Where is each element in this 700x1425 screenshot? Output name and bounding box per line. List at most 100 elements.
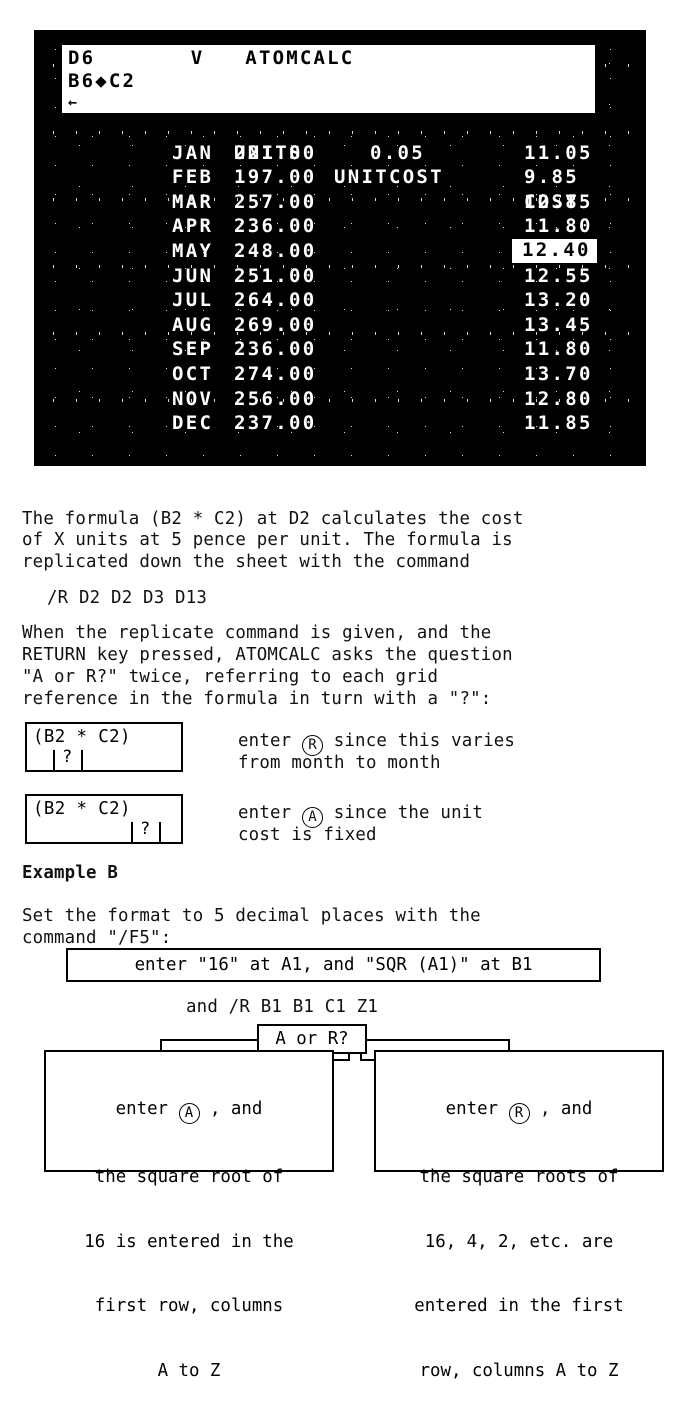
cell-cost: 13.20: [524, 289, 593, 312]
cell-cost: 11.05: [524, 141, 593, 164]
formula-note-2-line-2: cost is fixed: [238, 825, 377, 845]
replicate-command-1: /R D2 D2 D3 D13: [47, 588, 208, 608]
paragraph-2-line-2: RETURN key pressed, ATOMCALC asks the qu…: [22, 645, 513, 665]
cell-units: 274.00: [234, 362, 317, 385]
paragraph-3-line-1: Set the format to 5 decimal places with …: [22, 906, 481, 926]
cell-cost: 12.80: [524, 387, 593, 410]
row-label-month: NOV: [172, 387, 214, 410]
status-formula: B6◆C2: [68, 70, 137, 92]
cell-units: 257.00: [234, 190, 317, 213]
cell-cost: 12.85: [524, 190, 593, 213]
outcome-box-relative: enter R , and the square roots of 16, 4,…: [374, 1050, 664, 1381]
left-box-line-4: first row, columns: [94, 1296, 284, 1316]
paragraph-3-line-2: command "/F5":: [22, 928, 172, 948]
crt-screen-photo: D6 V ATOMCALC B6◆C2 ← UNITS UNITCOST COS…: [34, 30, 646, 466]
cell-cost: 13.70: [524, 362, 593, 385]
row-label-month: SEP: [172, 338, 214, 361]
paragraph-1-line-3: replicated down the sheet with the comma…: [22, 552, 471, 572]
cell-cost-selected: 12.40: [512, 238, 597, 263]
note-2-suffix: since the unit: [323, 803, 484, 823]
row-label-month: MAY: [172, 239, 214, 262]
paragraph-1-line-1: The formula (B2 * C2) at D2 calculates t…: [22, 509, 524, 529]
right-box-line-5: row, columns A to Z: [419, 1360, 619, 1381]
row-label-month: DEC: [172, 412, 214, 435]
table-row: JUN 251.00 12.55: [34, 264, 646, 289]
spreadsheet-status-bar: D6 V ATOMCALC B6◆C2 ←: [62, 45, 595, 113]
table-row: SEP 236.00 11.80: [34, 337, 646, 362]
right-box-prefix: enter: [445, 1099, 509, 1119]
cell-cost: 9.85: [524, 166, 579, 189]
outcome-box-absolute: enter A , and the square root of 16 is e…: [44, 1050, 334, 1381]
circled-letter-r-2: R: [508, 1103, 530, 1124]
cell-cost: 11.85: [524, 412, 593, 435]
formula-note-1-line-2: from month to month: [238, 753, 441, 773]
left-box-line-1: enter A , and: [46, 1099, 332, 1124]
row-label-month: FEB: [172, 166, 214, 189]
paragraph-2-line-1: When the replicate command is given, and…: [22, 623, 492, 643]
note-1-prefix: enter: [238, 731, 303, 751]
table-row: JAN 221.00 0.05 11.05: [34, 141, 646, 166]
table-row: OCT 274.00 13.70: [34, 362, 646, 387]
cell-units: 197.00: [234, 166, 317, 189]
row-label-month: AUG: [172, 313, 214, 336]
right-box-line-3: 16, 4, 2, etc. are: [424, 1231, 614, 1252]
formula-marker-notch-b2: ?: [53, 747, 83, 772]
formula-text-2: (B2 * C2): [33, 799, 131, 819]
cell-units: 221.00: [234, 141, 317, 164]
table-row: AUG 269.00 13.45: [34, 313, 646, 338]
note-1-suffix: since this varies: [323, 731, 516, 751]
left-box-line-5: A to Z: [157, 1360, 221, 1381]
table-row: DEC 237.00 11.85: [34, 411, 646, 436]
paragraph-2-line-3: "A or R?" twice, referring to each grid: [22, 667, 439, 687]
formula-marker-notch-c2: ?: [131, 819, 161, 844]
cell-units: 236.00: [234, 215, 317, 238]
spreadsheet-grid: UNITS UNITCOST COST JAN 221.00 0.05 11.05 FE…: [34, 116, 646, 436]
left-box-line-2: the square root of: [94, 1167, 284, 1187]
replicate-command-2: and /R B1 B1 C1 Z1: [186, 997, 379, 1017]
cell-cost: 11.80: [524, 215, 593, 238]
right-box-suffix: , and: [529, 1099, 593, 1119]
left-box-line-3: 16 is entered in the: [84, 1231, 294, 1252]
row-label-month: MAR: [172, 190, 214, 213]
note-2-prefix: enter: [238, 803, 303, 823]
table-row: APR 236.00 11.80: [34, 214, 646, 239]
formula-text-1: (B2 * C2): [33, 727, 131, 747]
row-label-month: APR: [172, 215, 214, 238]
example-b-heading: Example B: [22, 863, 119, 883]
table-row: NOV 256.00 12.80: [34, 387, 646, 412]
row-label-month: OCT: [172, 362, 214, 385]
instruction-box-enter-values: enter "16" at A1, and "SQR (A1)" at B1: [66, 948, 601, 982]
circled-letter-a-2: A: [178, 1103, 200, 1124]
formula-question-mark-2: ?: [140, 819, 151, 839]
cell-units: 251.00: [234, 264, 317, 287]
cell-cost: 12.55: [524, 264, 593, 287]
row-label-month: JUL: [172, 289, 214, 312]
left-box-prefix: enter: [115, 1099, 179, 1119]
right-box-line-4: entered in the first: [414, 1296, 624, 1316]
cell-units: 264.00: [234, 289, 317, 312]
right-box-line-2: the square roots of: [419, 1167, 619, 1187]
table-row: MAR 257.00 12.85: [34, 190, 646, 215]
table-row: MAY 248.00 12.40: [34, 238, 646, 264]
formula-box-absolute: (B2 * C2) ?: [25, 794, 183, 844]
cell-cost: 11.80: [524, 338, 593, 361]
table-row: FEB 197.00 9.85: [34, 165, 646, 190]
cell-units: 237.00: [234, 412, 317, 435]
paragraph-2-line-4: reference in the formula in turn with a …: [22, 689, 492, 709]
cell-units: 256.00: [234, 387, 317, 410]
table-row: JUL 264.00 13.20: [34, 288, 646, 313]
status-cell-reference: D6 V ATOMCALC: [68, 47, 355, 69]
cell-cost: 13.45: [524, 313, 593, 336]
paragraph-1-line-2: of X units at 5 pence per unit. The form…: [22, 530, 513, 550]
left-box-suffix: , and: [199, 1099, 263, 1119]
cell-units: 248.00: [234, 239, 317, 262]
cell-units: 236.00: [234, 338, 317, 361]
table-header-row: UNITS UNITCOST COST: [34, 116, 646, 213]
right-box-line-1: enter R , and: [376, 1099, 662, 1124]
formula-box-relative: (B2 * C2) ?: [25, 722, 183, 772]
row-label-month: JUN: [172, 264, 214, 287]
cell-unitcost: 0.05: [370, 141, 425, 164]
formula-question-mark-1: ?: [62, 747, 73, 767]
row-label-month: JAN: [172, 141, 214, 164]
status-cursor: ←: [68, 93, 80, 111]
